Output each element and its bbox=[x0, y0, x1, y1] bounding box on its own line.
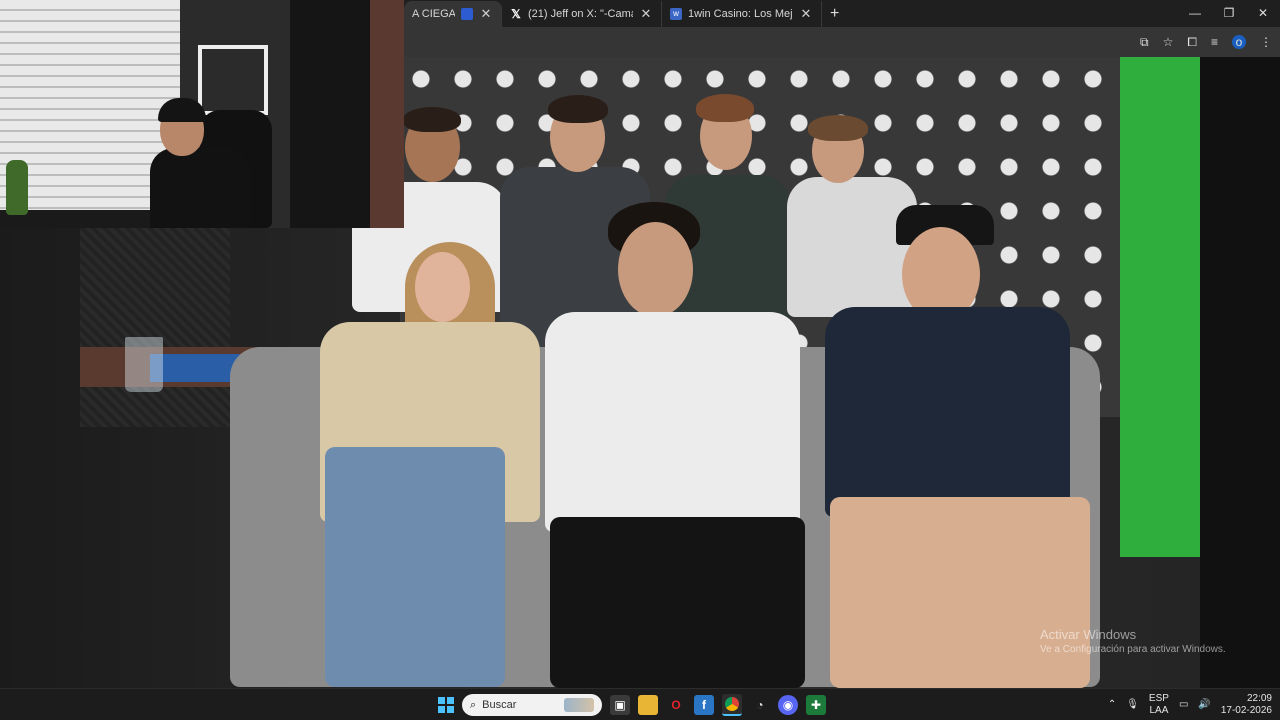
microphone-icon[interactable]: 🎙 bbox=[1126, 699, 1139, 710]
browser-tabstrip: A CIEGAS 1 MUJ ✕ 𝕏 (21) Jeff on X: "-Cam… bbox=[404, 0, 1280, 27]
discord-icon[interactable]: ◉ bbox=[778, 695, 798, 715]
close-icon[interactable]: ✕ bbox=[799, 6, 813, 22]
tab-title: A CIEGAS 1 MUJ bbox=[412, 8, 455, 20]
browser-toolbar: ⧉ ☆ ⧠ ≡ o ⋮ bbox=[404, 27, 1280, 57]
file-explorer-icon[interactable] bbox=[638, 695, 658, 715]
clock-time: 22:09 bbox=[1246, 692, 1272, 704]
app-f-icon[interactable]: f bbox=[694, 695, 714, 715]
search-highlight-icon bbox=[564, 698, 594, 712]
tab-title: 1win Casino: Los Mejores Juego bbox=[688, 8, 793, 20]
x-icon: 𝕏 bbox=[511, 7, 521, 21]
watermark-title: Activar Windows bbox=[1040, 627, 1137, 642]
lang-top: ESP bbox=[1148, 692, 1169, 704]
close-icon[interactable]: ✕ bbox=[479, 6, 493, 22]
tab-title: (21) Jeff on X: "-Camavinga se j bbox=[528, 8, 633, 20]
language-indicator[interactable]: ESP LAA bbox=[1149, 693, 1169, 717]
system-tray: ⌃ 🎙 ESP LAA ▭ 🔊 22:09 17-02-2026 bbox=[1108, 689, 1272, 720]
clock-date: 17-02-2026 bbox=[1220, 704, 1272, 716]
close-window-button[interactable]: ✕ bbox=[1246, 0, 1280, 27]
extensions-icon[interactable]: ⧠ bbox=[1187, 35, 1197, 50]
search-icon: ⌕ bbox=[470, 698, 477, 711]
media-icon[interactable]: ≡ bbox=[1211, 35, 1218, 49]
taskbar-search[interactable]: ⌕ Buscar bbox=[462, 694, 602, 716]
network-icon[interactable]: ▭ bbox=[1179, 699, 1188, 710]
window-controls: — ❐ ✕ bbox=[1178, 0, 1280, 27]
cast-icon[interactable]: ⧉ bbox=[1140, 35, 1149, 50]
chrome-icon[interactable] bbox=[722, 694, 742, 716]
windows-activation-watermark: Activar Windows Ve a Configuración para … bbox=[1040, 627, 1226, 655]
opera-icon[interactable]: O bbox=[666, 695, 686, 715]
windows-start-icon[interactable] bbox=[438, 697, 454, 713]
bottle bbox=[6, 160, 28, 215]
acoustic-foam bbox=[80, 227, 230, 427]
dark-door bbox=[290, 0, 370, 228]
search-label: Buscar bbox=[482, 699, 517, 711]
dark-right-area bbox=[1200, 57, 1280, 688]
taskbar-center: ⌕ Buscar ▣ O f ◔ ◉ ✚ bbox=[438, 693, 826, 717]
chevron-up-icon[interactable]: ⌃ bbox=[1108, 699, 1116, 710]
tab-youtube-video[interactable]: A CIEGAS 1 MUJ ✕ bbox=[404, 1, 502, 27]
tab-casino[interactable]: w 1win Casino: Los Mejores Juego ✕ bbox=[662, 1, 822, 27]
app-notification-icon[interactable]: ◔ bbox=[750, 695, 770, 715]
profile-icon[interactable]: o bbox=[1232, 35, 1246, 49]
game-launcher-icon[interactable]: ✚ bbox=[806, 695, 826, 715]
lang-bottom: LAA bbox=[1149, 704, 1169, 716]
toolbar-icons: ⧉ ☆ ⧠ ≡ o ⋮ bbox=[1140, 27, 1272, 57]
windows-taskbar: ⌕ Buscar ▣ O f ◔ ◉ ✚ ⌃ 🎙 ESP LAA ▭ 🔊 22:… bbox=[0, 688, 1280, 720]
youtube-icon bbox=[461, 8, 473, 20]
clock[interactable]: 22:09 17-02-2026 bbox=[1221, 693, 1272, 717]
site-icon: w bbox=[670, 8, 682, 20]
minimize-button[interactable]: — bbox=[1178, 0, 1212, 27]
watermark-subtitle: Ve a Configuración para activar Windows. bbox=[1040, 644, 1226, 655]
maximize-button[interactable]: ❐ bbox=[1212, 0, 1246, 27]
task-view-icon[interactable]: ▣ bbox=[610, 695, 630, 715]
close-icon[interactable]: ✕ bbox=[639, 6, 653, 22]
streamer-webcam bbox=[0, 0, 404, 228]
brick-wall bbox=[370, 0, 404, 228]
streamer-body bbox=[150, 148, 250, 228]
mirror bbox=[198, 45, 268, 115]
plastic-cup bbox=[125, 337, 163, 392]
tab-x-post[interactable]: 𝕏 (21) Jeff on X: "-Camavinga se j ✕ bbox=[502, 1, 662, 27]
star-icon[interactable]: ☆ bbox=[1163, 35, 1174, 49]
menu-icon[interactable]: ⋮ bbox=[1260, 35, 1272, 49]
green-screen bbox=[1120, 57, 1200, 557]
new-tab-button[interactable]: + bbox=[822, 1, 847, 27]
volume-icon[interactable]: 🔊 bbox=[1198, 699, 1210, 710]
